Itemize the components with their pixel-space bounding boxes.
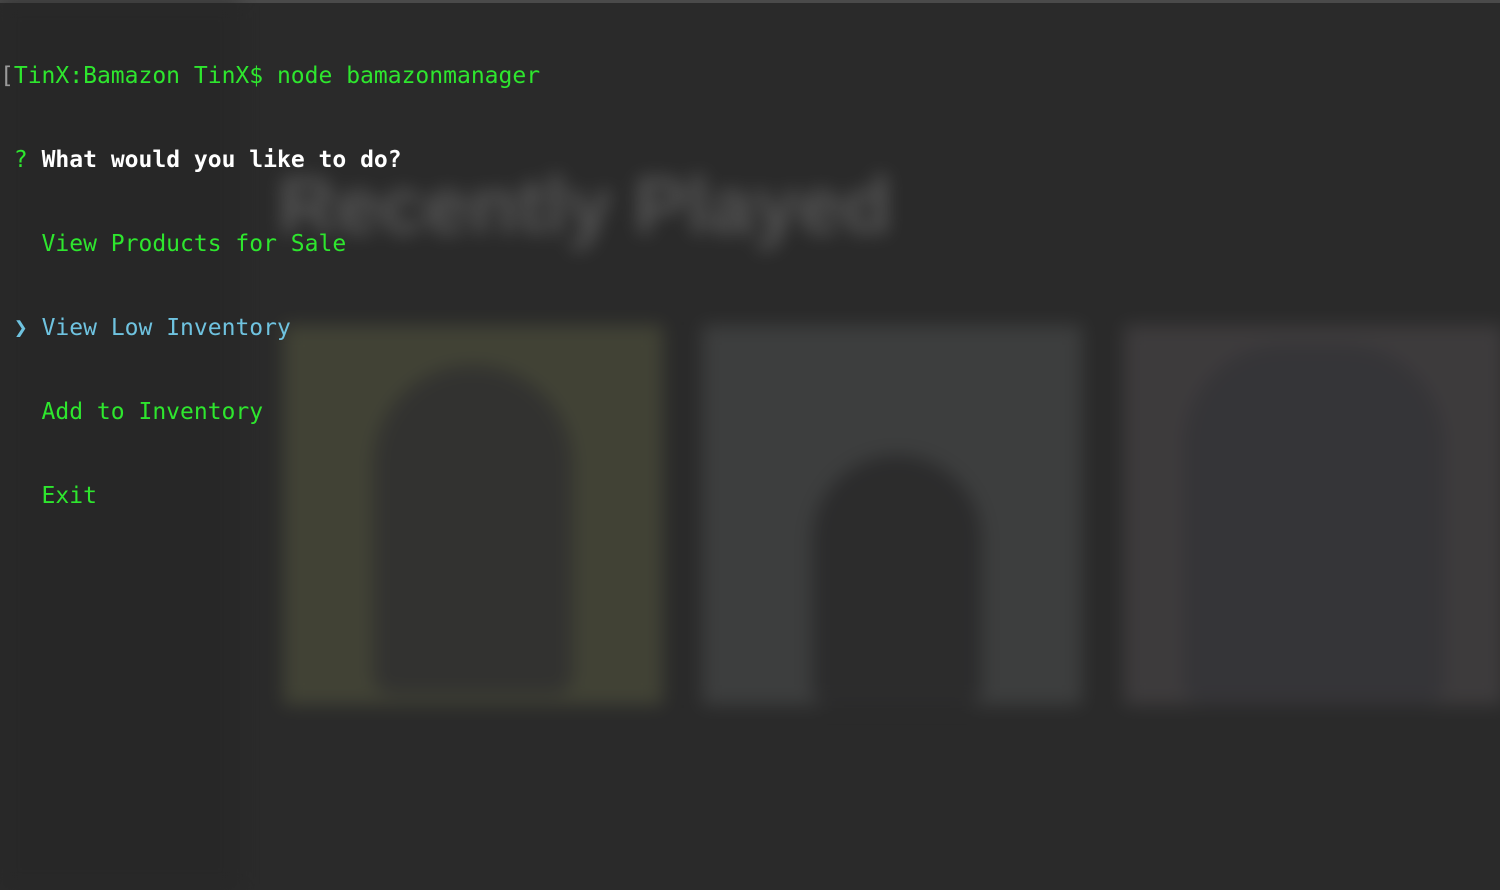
option-view-products[interactable]: View Products for Sale [42,231,347,257]
pointer-icon: ❯ [13,315,28,341]
option-exit[interactable]: Exit [42,483,97,509]
option-view-low-inventory[interactable]: View Low Inventory [42,315,291,341]
terminal-output: [TinX:Bamazon TinX$ node bamazonmanager … [0,6,1500,538]
command-line: [TinX:Bamazon TinX$ node bamazonmanager [0,62,1500,90]
question-line: ? What would you like to do? [0,146,1500,174]
menu-option[interactable]: Add to Inventory [0,398,1500,426]
shell-prompt: TinX:Bamazon TinX$ node bamazonmanager [13,63,541,89]
menu-option-selected[interactable]: ❯ View Low Inventory [0,314,1500,342]
menu-option[interactable]: Exit [0,482,1500,510]
question-text: What would you like to do? [41,147,402,173]
menu-option[interactable]: View Products for Sale [0,230,1500,258]
question-mark-icon: ? [13,147,28,173]
open-bracket: [ [0,63,14,89]
option-add-inventory[interactable]: Add to Inventory [42,399,264,425]
